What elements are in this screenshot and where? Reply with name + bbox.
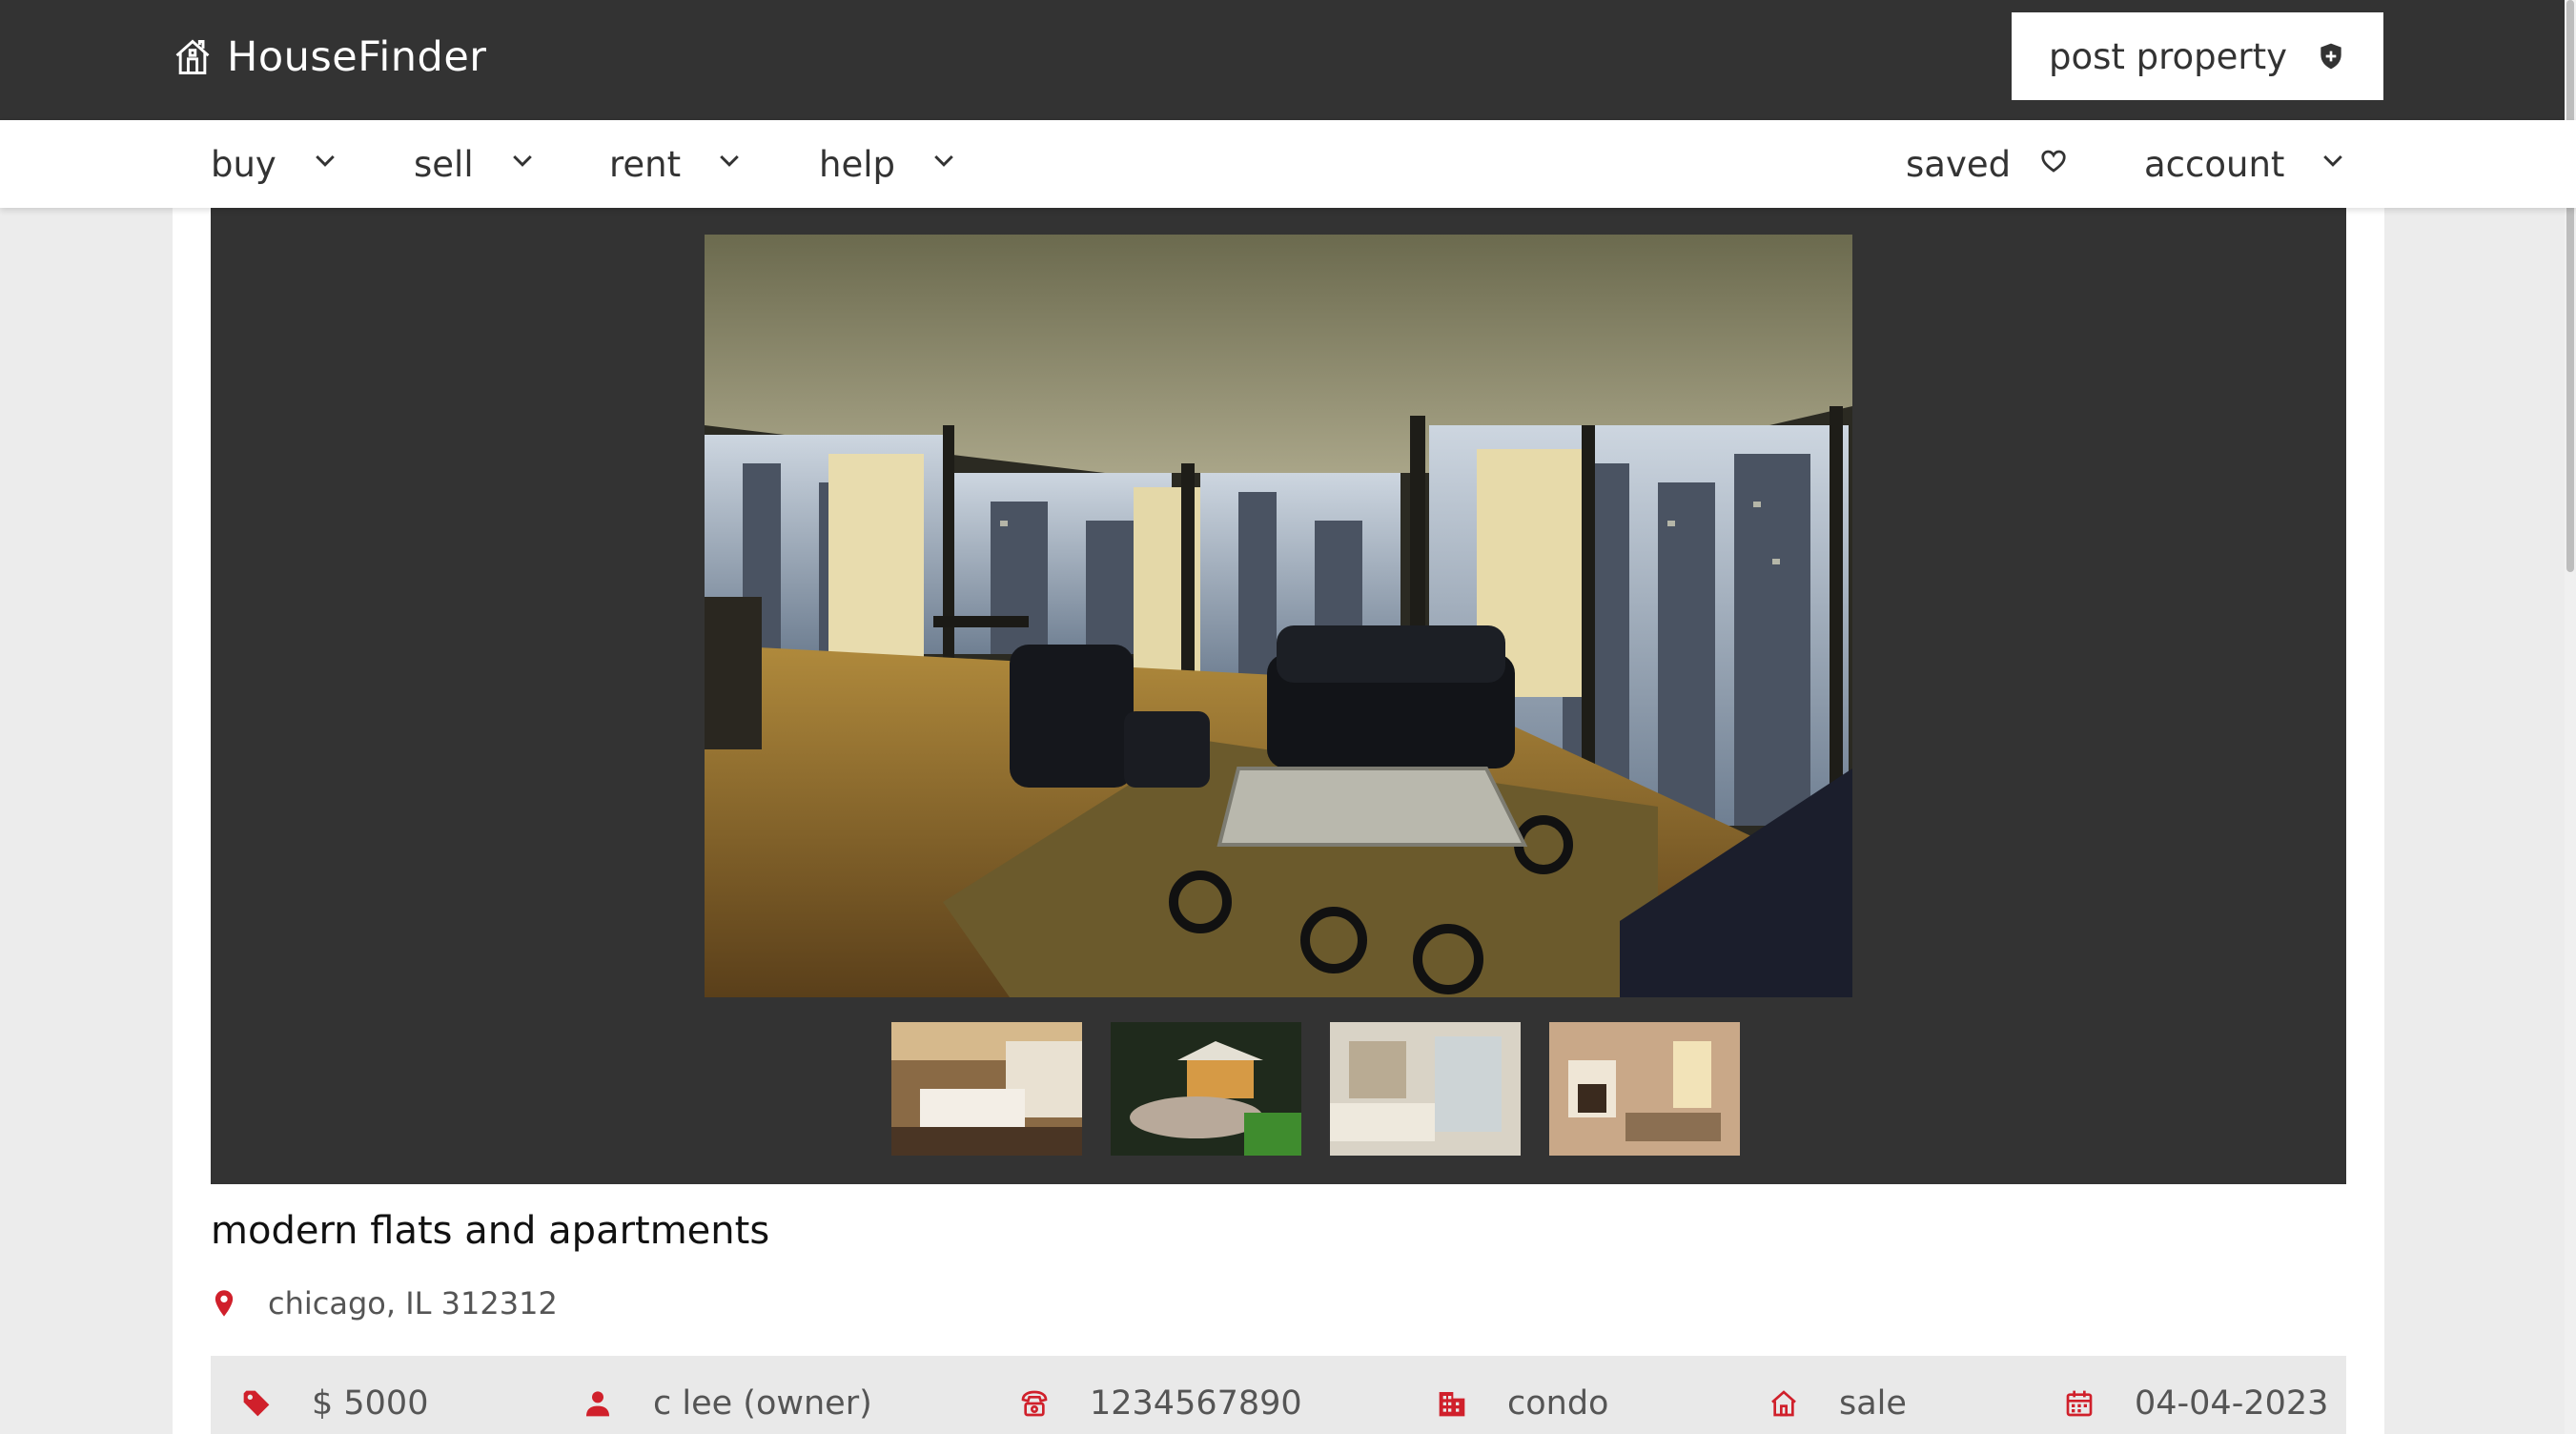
nav-rent[interactable]: rent bbox=[609, 120, 744, 208]
living-room-photo bbox=[705, 235, 1852, 997]
listing-location: chicago, IL 312312 bbox=[211, 1285, 558, 1321]
chevron-down-icon bbox=[2323, 154, 2343, 167]
listing-type-value: sale bbox=[1839, 1384, 1907, 1423]
phone-value: 1234567890 bbox=[1090, 1384, 1302, 1423]
chevron-down-icon bbox=[720, 154, 739, 167]
price-value: $ 5000 bbox=[312, 1384, 429, 1423]
location-text: chicago, IL 312312 bbox=[268, 1285, 558, 1321]
house-logo-icon bbox=[175, 39, 210, 74]
nav-account[interactable]: account bbox=[2144, 120, 2347, 208]
living-room-fireplace-photo bbox=[1549, 1022, 1740, 1156]
location-pin-icon bbox=[215, 1290, 234, 1317]
price-tag-icon bbox=[243, 1390, 270, 1417]
photo-gallery bbox=[211, 208, 2346, 1184]
listing-title: modern flats and apartments bbox=[211, 1209, 770, 1253]
phone-icon bbox=[1021, 1390, 1048, 1417]
nav-sell-label: sell bbox=[414, 143, 474, 185]
main-nav: buy sell rent help saved account bbox=[0, 120, 2576, 208]
calendar-icon bbox=[2066, 1390, 2093, 1417]
info-price: $ 5000 bbox=[241, 1384, 428, 1423]
chevron-down-icon bbox=[934, 154, 953, 167]
nav-buy-label: buy bbox=[211, 143, 276, 185]
thumbnail-garden[interactable] bbox=[1111, 1022, 1301, 1156]
building-icon bbox=[1439, 1392, 1465, 1417]
nav-buy[interactable]: buy bbox=[211, 120, 339, 208]
info-date: 04-04-2023 bbox=[2064, 1384, 2328, 1423]
chevron-down-icon bbox=[512, 154, 532, 167]
listing-info-bar: $ 5000 c lee (owner) 1234567890 condo sa… bbox=[211, 1356, 2346, 1434]
owner-value: c lee (owner) bbox=[653, 1384, 872, 1423]
info-owner: c lee (owner) bbox=[583, 1384, 872, 1423]
post-property-label: post property bbox=[2048, 35, 2288, 77]
brand-name: HouseFinder bbox=[227, 33, 487, 81]
scrollbar-thumb[interactable] bbox=[2566, 0, 2574, 572]
thumbnail-strip bbox=[891, 1022, 1740, 1156]
property-type-value: condo bbox=[1507, 1384, 1609, 1423]
heart-icon bbox=[2041, 150, 2066, 173]
chevron-down-icon bbox=[316, 154, 335, 167]
info-listing-type: sale bbox=[1768, 1384, 1907, 1423]
brand-logo[interactable]: HouseFinder bbox=[172, 29, 487, 86]
bathroom-photo bbox=[1330, 1022, 1521, 1156]
nav-help[interactable]: help bbox=[819, 120, 958, 208]
nav-help-label: help bbox=[819, 143, 895, 185]
nav-sell[interactable]: sell bbox=[414, 120, 537, 208]
top-header: HouseFinder post property bbox=[0, 0, 2576, 120]
post-property-button[interactable]: post property bbox=[2012, 12, 2383, 100]
person-icon bbox=[586, 1391, 609, 1417]
garden-photo bbox=[1111, 1022, 1301, 1156]
nav-saved-label: saved bbox=[1906, 143, 2012, 185]
info-property-type: condo bbox=[1437, 1384, 1608, 1423]
nav-account-label: account bbox=[2144, 143, 2285, 185]
thumbnail-bathroom[interactable] bbox=[1330, 1022, 1521, 1156]
shield-icon bbox=[2320, 43, 2341, 70]
nav-rent-label: rent bbox=[609, 143, 682, 185]
thumbnail-living-room[interactable] bbox=[1549, 1022, 1740, 1156]
home-icon bbox=[1771, 1390, 1796, 1417]
nav-saved[interactable]: saved bbox=[1906, 120, 2068, 208]
info-phone[interactable]: 1234567890 bbox=[1019, 1384, 1302, 1423]
main-photo[interactable] bbox=[705, 235, 1852, 997]
thumbnail-bedroom[interactable] bbox=[891, 1022, 1082, 1156]
date-value: 04-04-2023 bbox=[2135, 1384, 2329, 1423]
bedroom-photo bbox=[891, 1022, 1082, 1156]
listing-card: modern flats and apartments chicago, IL … bbox=[173, 208, 2384, 1434]
